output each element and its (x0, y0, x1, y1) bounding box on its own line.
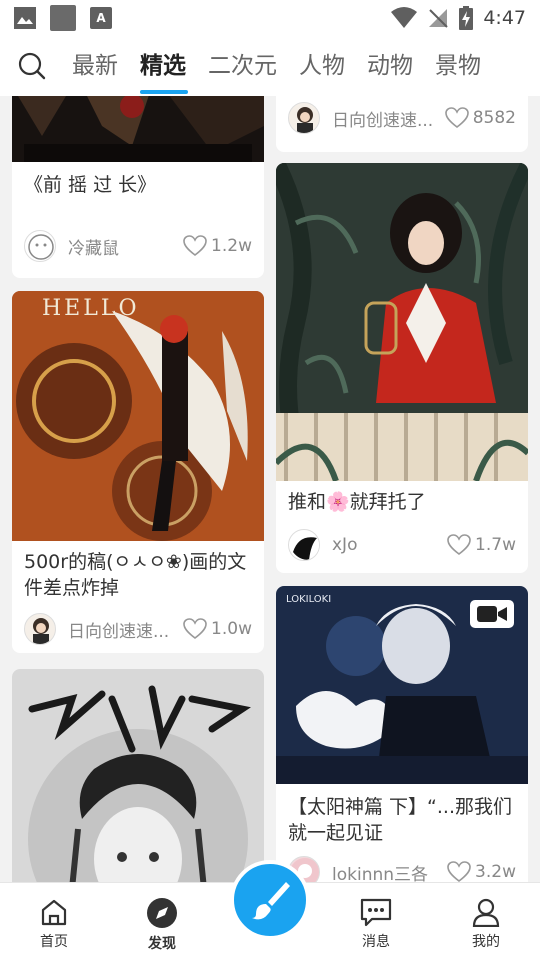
artwork-title: 推和🌸就拜托了 (288, 491, 426, 513)
tab-anime[interactable]: 二次元 (200, 36, 291, 96)
search-icon (18, 52, 46, 80)
category-tabs-bar: 最新 精选 二次元 人物 动物 景物 (0, 36, 540, 96)
tab-featured[interactable]: 精选 (132, 36, 200, 96)
artwork-meta: 日向创速速... 8582 (288, 102, 516, 134)
like-count-value: 1.7w (475, 535, 516, 555)
artwork-title: 500r的稿(ㅇㅅㅇ❀)画的文件差点炸掉 (24, 551, 247, 599)
tab-people[interactable]: 人物 (291, 36, 359, 96)
svg-text:LOKILOKI: LOKILOKI (286, 594, 331, 605)
nav-label: 发现 (148, 936, 176, 952)
author-name[interactable]: 日向创速速... (68, 617, 183, 642)
heart-icon (447, 861, 471, 882)
nav-label: 首页 (40, 934, 68, 950)
status-bar: A 4:47 (0, 0, 540, 36)
artwork-image: LOKILOKI (276, 586, 528, 784)
like-count[interactable]: 1.7w (447, 534, 516, 556)
avatar[interactable] (288, 102, 320, 134)
like-count-value: 1.0w (211, 619, 252, 639)
create-button[interactable] (230, 860, 310, 940)
wifi-icon (391, 7, 418, 28)
avatar[interactable] (24, 613, 56, 645)
artwork-feed[interactable]: 《前 摇 过 长》 冷藏鼠 1.2w HELLO 500r的稿(ㅇㅅㅇ❀)画的文… (0, 96, 540, 882)
tabs: 最新 精选 二次元 人物 动物 景物 (64, 36, 495, 96)
message-icon (360, 898, 392, 927)
heart-icon (183, 618, 207, 640)
nav-label: 我的 (472, 934, 500, 950)
artwork-meta: 冷藏鼠 1.2w (24, 230, 252, 262)
artwork-card[interactable]: 日向创速速... 8582 (276, 96, 528, 152)
heart-icon (183, 235, 207, 257)
status-left-icons: A (14, 5, 112, 31)
artwork-meta: xJo 1.7w (288, 529, 516, 561)
artwork-card[interactable]: 推和🌸就拜托了 xJo 1.7w (276, 163, 528, 573)
tab-latest[interactable]: 最新 (64, 36, 132, 96)
compass-icon (147, 898, 177, 928)
artwork-card[interactable] (12, 669, 264, 882)
artwork-title: 【太阳神篇 下】“...那我们就一起见证 (288, 796, 513, 844)
like-count[interactable]: 1.2w (183, 235, 252, 257)
avatar[interactable] (24, 230, 56, 262)
like-count-value: 8582 (472, 108, 516, 128)
square-icon (50, 5, 76, 31)
author-name[interactable]: 冷藏鼠 (68, 234, 183, 259)
artwork-image: HELLO (12, 291, 264, 541)
no-signal-icon (429, 9, 449, 28)
heart-icon (447, 534, 471, 556)
artwork-card[interactable]: 《前 摇 过 长》 冷藏鼠 1.2w (12, 96, 264, 278)
artwork-meta: lokinnn三各 3.2w (288, 856, 516, 882)
nav-discover[interactable]: 发现 (122, 897, 202, 953)
a-icon: A (90, 7, 112, 29)
svg-text:HELLO: HELLO (42, 296, 140, 321)
like-count[interactable]: 3.2w (447, 861, 516, 882)
tab-animals[interactable]: 动物 (359, 36, 427, 96)
heart-icon (444, 107, 469, 129)
artwork-image (12, 669, 264, 882)
like-count[interactable]: 8582 (444, 107, 516, 129)
artwork-title: 《前 摇 过 长》 (24, 174, 157, 196)
video-icon (470, 600, 514, 628)
like-count[interactable]: 1.0w (183, 618, 252, 640)
status-right-icons: 4:47 (391, 6, 526, 30)
nav-profile[interactable]: 我的 (446, 897, 526, 951)
artwork-image (12, 96, 264, 162)
nav-home[interactable]: 首页 (14, 897, 94, 951)
artwork-card[interactable]: HELLO 500r的稿(ㅇㅅㅇ❀)画的文件差点炸掉 日向创速速... 1.0w (12, 291, 264, 653)
author-name[interactable]: xJo (332, 535, 447, 555)
author-name[interactable]: lokinnn三各 (332, 860, 447, 883)
search-button[interactable] (0, 36, 64, 96)
home-icon (41, 899, 67, 926)
brush-icon (252, 882, 290, 920)
artwork-card[interactable]: LOKILOKI 【太阳神篇 下】“...那我们就一起见证 lokinnn三各 … (276, 586, 528, 882)
author-name[interactable]: 日向创速速... (332, 106, 445, 131)
avatar[interactable] (288, 529, 320, 561)
like-count-value: 3.2w (475, 862, 516, 882)
battery-charging-icon (459, 6, 474, 30)
like-count-value: 1.2w (211, 236, 252, 256)
nav-label: 消息 (362, 934, 390, 950)
status-time: 4:47 (483, 7, 526, 29)
nav-messages[interactable]: 消息 (336, 897, 416, 951)
artwork-meta: 日向创速速... 1.0w (24, 613, 252, 645)
image-icon (14, 7, 36, 29)
tab-scenery[interactable]: 景物 (427, 36, 495, 96)
profile-icon (472, 898, 500, 927)
artwork-image (276, 163, 528, 481)
